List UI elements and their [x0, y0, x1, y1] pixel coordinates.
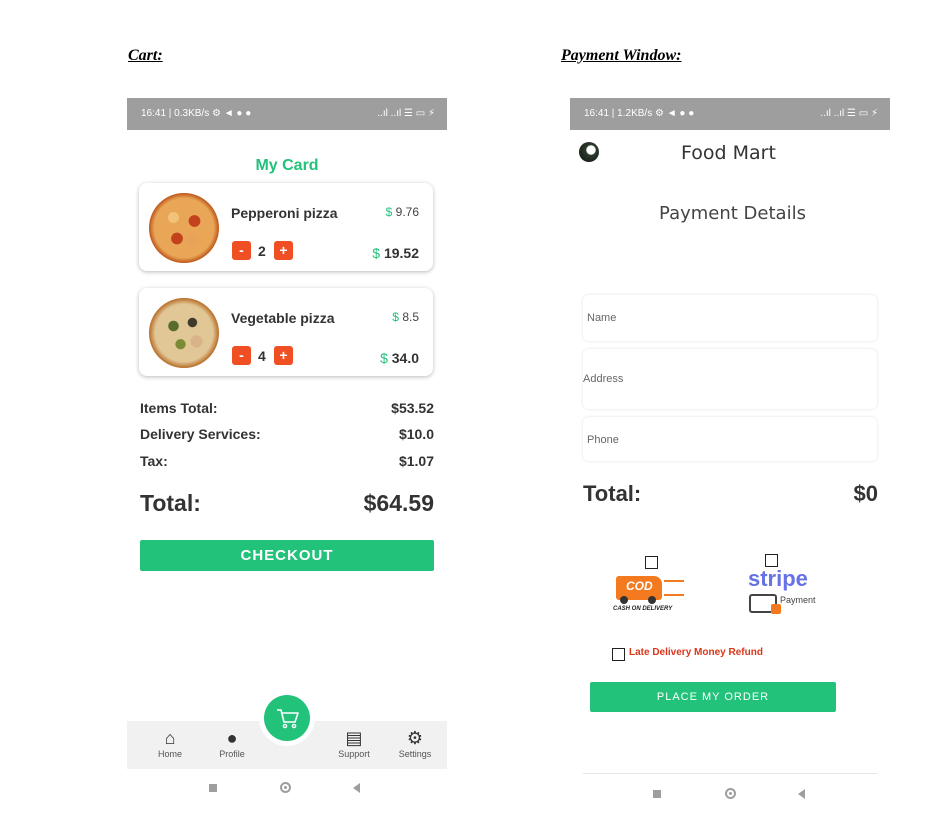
- nav-label: Home: [157, 749, 182, 759]
- home-system-icon[interactable]: [725, 788, 736, 799]
- stripe-sub: Payment: [780, 595, 816, 605]
- back-icon[interactable]: [798, 789, 805, 799]
- refund-label: Late Delivery Money Refund: [629, 647, 763, 658]
- decrease-qty-button[interactable]: -: [232, 346, 251, 365]
- status-bar: 16:41 | 1.2KB/s ⚙ ◄ ● ● ..ıl ..ıl ☰ ▭ ⚡: [570, 98, 890, 130]
- nav-profile[interactable]: ● Profile: [207, 729, 257, 759]
- wheel-icon: [620, 596, 628, 604]
- support-icon: ▤: [345, 728, 363, 748]
- nav-settings[interactable]: ⚙ Settings: [390, 729, 440, 759]
- item-price: $ 8.5: [392, 310, 419, 324]
- cod-option[interactable]: COD CASH ON DELIVERY: [610, 572, 690, 618]
- delivery-row: Delivery Services: $10.0: [140, 426, 434, 442]
- cart-item[interactable]: Vegetable pizza $ 8.5 - 4 + $ 34.0: [139, 288, 433, 376]
- decrease-qty-button[interactable]: -: [232, 241, 251, 260]
- pepperoni-pizza-image: [149, 193, 219, 263]
- cart-fab[interactable]: [264, 695, 310, 741]
- tax-row: Tax: $1.07: [140, 453, 434, 469]
- refund-checkbox[interactable]: [612, 648, 625, 661]
- total-label: Total:: [140, 490, 201, 516]
- status-icons: ..ıl ..ıl ☰ ▭ ⚡: [820, 108, 878, 119]
- summary-label: Delivery Services:: [140, 426, 261, 442]
- payment-screen: 16:41 | 1.2KB/s ⚙ ◄ ● ● ..ıl ..ıl ☰ ▭ ⚡ …: [570, 98, 890, 808]
- wheel-icon: [648, 596, 656, 604]
- cod-badge: COD: [626, 579, 653, 593]
- item-price: $ 9.76: [385, 205, 419, 219]
- home-icon: ⌂: [164, 728, 176, 748]
- status-bar: 16:41 | 0.3KB/s ⚙ ◄ ● ● ..ıl ..ıl ☰ ▭ ⚡: [127, 98, 447, 130]
- speed-lines-icon: [664, 580, 684, 596]
- increase-qty-button[interactable]: +: [274, 346, 293, 365]
- cart-item[interactable]: Pepperoni pizza $ 9.76 - 2 + $ 19.52: [139, 183, 433, 271]
- status-time: 16:41 | 0.3KB/s ⚙ ◄ ● ●: [141, 108, 252, 119]
- vegetable-pizza-image: [149, 298, 219, 368]
- summary-value: $1.07: [398, 453, 434, 469]
- phone-field[interactable]: Phone: [583, 417, 877, 461]
- status-time: 16:41 | 1.2KB/s ⚙ ◄ ● ●: [584, 108, 695, 119]
- nav-label: Profile: [219, 749, 245, 759]
- nav-label: Settings: [398, 749, 432, 759]
- nav-home[interactable]: ⌂ Home: [145, 729, 195, 759]
- summary-value: $53.52: [391, 400, 434, 416]
- page-title: My Card: [255, 157, 319, 174]
- item-qty: 4: [258, 348, 266, 364]
- cart-caption: Cart:: [128, 47, 163, 64]
- stripe-option[interactable]: stripe Payment: [746, 566, 826, 622]
- item-name: Pepperoni pizza: [231, 205, 338, 221]
- grand-total-row: Total: $64.59: [140, 490, 434, 517]
- home-system-icon[interactable]: [280, 782, 291, 793]
- profile-icon: ●: [226, 728, 238, 748]
- total-value: $64.59: [363, 490, 434, 516]
- item-line-total: $ 19.52: [372, 245, 419, 261]
- recents-icon[interactable]: [209, 784, 217, 792]
- cod-checkbox[interactable]: [645, 556, 658, 569]
- item-line-total: $ 34.0: [380, 350, 419, 366]
- address-field[interactable]: Address: [583, 349, 877, 409]
- app-logo: [579, 142, 599, 162]
- nav-divider: [583, 773, 877, 774]
- summary-label: Tax:: [140, 453, 168, 469]
- cod-caption: CASH ON DELIVERY: [613, 606, 673, 612]
- payment-caption: Payment Window:: [561, 47, 682, 64]
- increase-qty-button[interactable]: +: [274, 241, 293, 260]
- item-qty: 2: [258, 243, 266, 259]
- checkout-button[interactable]: CHECKOUT: [140, 540, 434, 571]
- summary-value: $10.0: [398, 426, 434, 442]
- total-value: $0: [853, 481, 878, 506]
- back-icon[interactable]: [353, 783, 360, 793]
- padlock-icon: [771, 604, 781, 614]
- summary-label: Items Total:: [140, 400, 218, 416]
- items-total-row: Items Total: $53.52: [140, 400, 434, 416]
- section-title: Payment Details: [659, 203, 806, 224]
- place-order-button[interactable]: PLACE MY ORDER: [590, 682, 836, 712]
- settings-icon: ⚙: [406, 728, 424, 748]
- item-name: Vegetable pizza: [231, 310, 335, 326]
- cart-icon: [277, 709, 299, 729]
- nav-support[interactable]: ▤ Support: [329, 729, 379, 759]
- recents-icon[interactable]: [653, 790, 661, 798]
- cart-screen: 16:41 | 0.3KB/s ⚙ ◄ ● ● ..ıl ..ıl ☰ ▭ ⚡ …: [127, 98, 447, 803]
- nav-label: Support: [338, 749, 370, 759]
- stripe-logo: stripe: [748, 566, 808, 591]
- total-label: Total:: [583, 481, 642, 506]
- system-nav: [570, 777, 890, 817]
- status-icons: ..ıl ..ıl ☰ ▭ ⚡: [377, 108, 435, 119]
- system-nav: [127, 769, 447, 809]
- name-field[interactable]: Name: [583, 295, 877, 341]
- app-title: Food Mart: [681, 142, 776, 164]
